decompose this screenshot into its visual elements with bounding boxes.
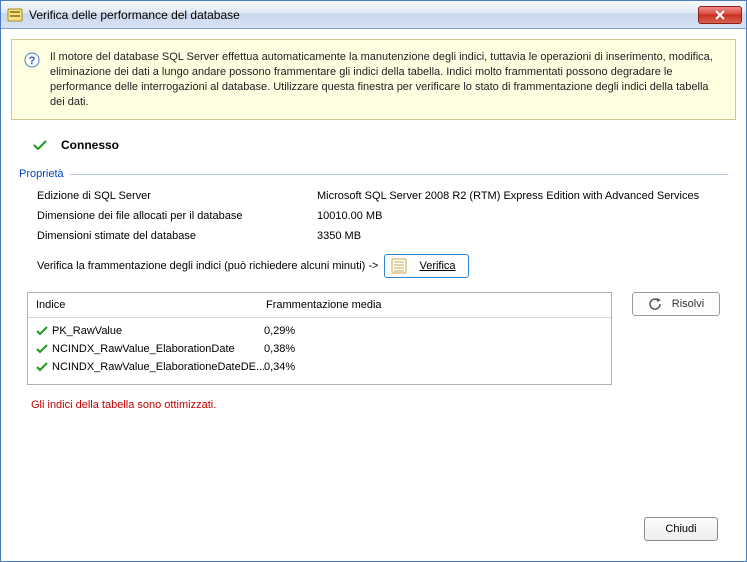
table-row[interactable]: PK_RawValue 0,29%	[30, 322, 609, 340]
window-close-button[interactable]	[698, 6, 742, 24]
info-icon: ?	[24, 52, 40, 68]
verify-prompt: Verifica la frammentazione degli indici …	[37, 260, 378, 272]
index-fragmentation: 0,38%	[264, 343, 605, 355]
index-table: Indice Frammentazione media PK_RawValue …	[27, 292, 612, 385]
property-row: Dimensione dei file allocati per il data…	[37, 210, 728, 222]
column-header-fragmentation[interactable]: Frammentazione media	[266, 299, 603, 311]
svg-text:?: ?	[29, 55, 36, 67]
property-label: Edizione di SQL Server	[37, 190, 317, 202]
properties-section: Proprietà Edizione di SQL Server Microso…	[19, 168, 728, 411]
index-table-header: Indice Frammentazione media	[28, 293, 611, 318]
property-value: 10010.00 MB	[317, 210, 382, 222]
divider	[70, 174, 728, 175]
close-button-label: Chiudi	[665, 523, 696, 535]
check-icon	[36, 344, 48, 354]
content-area: ? Il motore del database SQL Server effe…	[1, 29, 746, 561]
column-header-index[interactable]: Indice	[36, 299, 266, 311]
property-row: Dimensioni stimate del database 3350 MB	[37, 230, 728, 242]
index-area: Indice Frammentazione media PK_RawValue …	[27, 292, 720, 385]
check-icon	[36, 362, 48, 372]
resolve-button[interactable]: Risolvi	[632, 292, 720, 316]
resolve-button-label: Risolvi	[672, 298, 704, 310]
index-name: PK_RawValue	[52, 325, 264, 337]
properties-header-label: Proprietà	[19, 168, 64, 180]
table-row[interactable]: NCINDX_RawValue_ElaborationeDateDE... 0,…	[30, 358, 609, 376]
optimized-status: Gli indici della tabella sono ottimizzat…	[31, 399, 728, 411]
close-icon	[715, 10, 725, 20]
info-panel: ? Il motore del database SQL Server effe…	[11, 39, 736, 120]
check-icon	[33, 140, 47, 150]
resolve-area: Risolvi	[632, 292, 720, 385]
properties-header: Proprietà	[19, 168, 728, 180]
property-value: 3350 MB	[317, 230, 361, 242]
index-name: NCINDX_RawValue_ElaborationDate	[52, 343, 264, 355]
titlebar: Verifica delle performance del database	[1, 1, 746, 29]
verify-row: Verifica la frammentazione degli indici …	[37, 254, 728, 278]
dialog-window: Verifica delle performance del database …	[0, 0, 747, 562]
window-title: Verifica delle performance del database	[29, 8, 698, 22]
info-text: Il motore del database SQL Server effett…	[50, 50, 723, 109]
index-fragmentation: 0,34%	[264, 361, 605, 373]
property-value: Microsoft SQL Server 2008 R2 (RTM) Expre…	[317, 190, 699, 202]
refresh-icon	[648, 297, 662, 311]
property-label: Dimensione dei file allocati per il data…	[37, 210, 317, 222]
dialog-footer: Chiudi	[11, 511, 736, 551]
index-name: NCINDX_RawValue_ElaborationeDateDE...	[52, 361, 264, 373]
properties-grid: Edizione di SQL Server Microsoft SQL Ser…	[37, 190, 728, 242]
table-row[interactable]: NCINDX_RawValue_ElaborationDate 0,38%	[30, 340, 609, 358]
status-label: Connesso	[61, 138, 119, 152]
verify-button-label: Verifica	[419, 260, 455, 272]
property-row: Edizione di SQL Server Microsoft SQL Ser…	[37, 190, 728, 202]
check-icon	[36, 326, 48, 336]
close-button[interactable]: Chiudi	[644, 517, 718, 541]
list-icon	[391, 258, 407, 274]
index-fragmentation: 0,29%	[264, 325, 605, 337]
property-label: Dimensioni stimate del database	[37, 230, 317, 242]
app-icon	[7, 7, 23, 23]
connection-status: Connesso	[33, 138, 736, 152]
verify-button[interactable]: Verifica	[384, 254, 468, 278]
